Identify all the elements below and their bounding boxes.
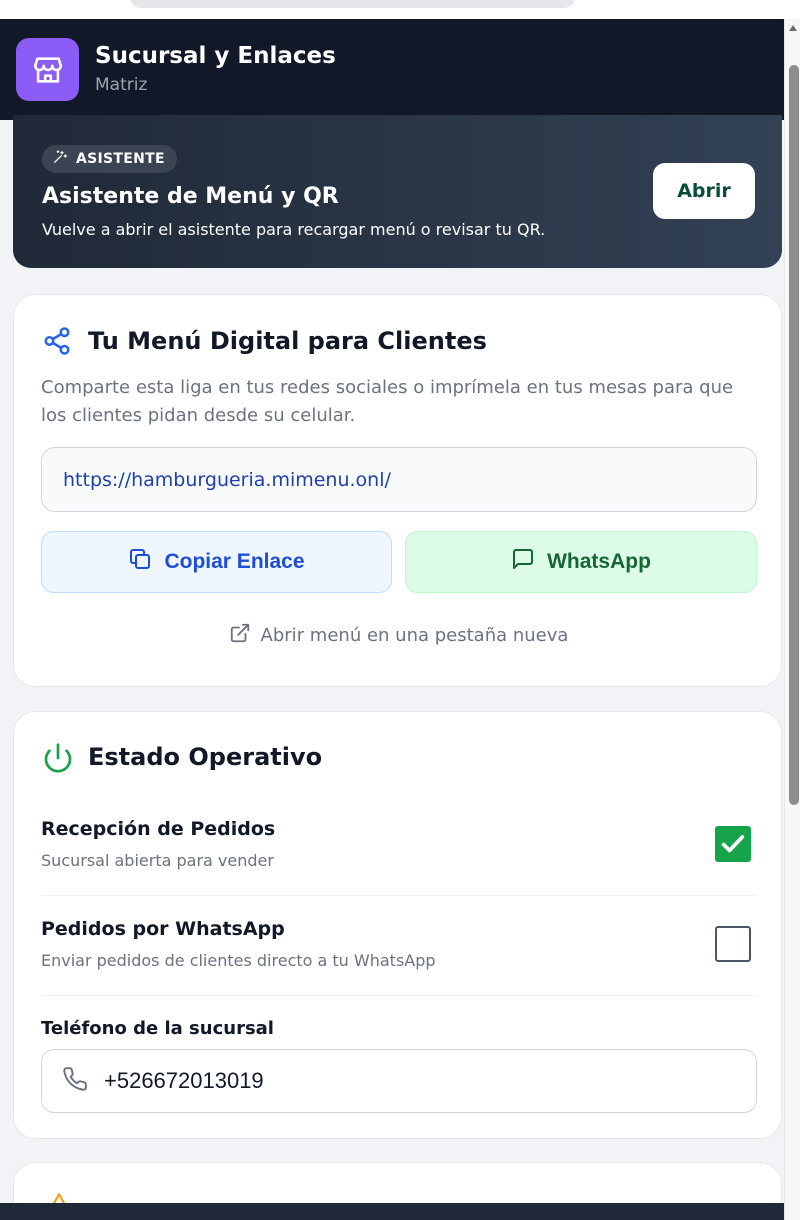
open-menu-new-tab-link[interactable]: Abrir menú en una pestaña nueva [14, 622, 783, 649]
operational-status-card: Estado Operativo Recepción de Pedidos Su… [13, 711, 782, 1139]
scrollbar[interactable] [784, 19, 800, 1220]
branch-phone-input[interactable] [104, 1068, 704, 1094]
copy-link-label: Copiar Enlace [164, 550, 305, 573]
store-icon [16, 38, 79, 101]
bottom-bar [0, 1203, 800, 1220]
toggle-row-order-reception: Recepción de Pedidos Sucursal abierta pa… [41, 797, 757, 896]
browser-top-strip [0, 0, 800, 19]
scroll-up-arrow-icon[interactable] [789, 25, 797, 31]
whatsapp-orders-checkbox[interactable] [715, 926, 751, 962]
whatsapp-share-label: WhatsApp [547, 550, 651, 573]
branch-phone-field[interactable] [41, 1049, 757, 1113]
copy-link-button[interactable]: Copiar Enlace [41, 531, 392, 593]
open-menu-new-tab-label: Abrir menú en una pestaña nueva [260, 625, 569, 646]
digital-menu-description: Comparte esta liga en tus redes sociales… [41, 377, 734, 426]
copy-icon [128, 547, 152, 577]
order-reception-label: Recepción de Pedidos [41, 818, 276, 840]
scrollbar-thumb[interactable] [789, 65, 799, 805]
operational-status-title: Estado Operativo [88, 743, 323, 771]
open-assistant-button[interactable]: Abrir [653, 163, 755, 219]
magic-wand-icon [52, 149, 68, 169]
branch-phone-label: Teléfono de la sucursal [41, 1018, 274, 1039]
page-title: Sucursal y Enlaces [95, 43, 336, 69]
digital-menu-card: Tu Menú Digital para Clientes Comparte e… [13, 294, 782, 687]
assistant-badge-label: ASISTENTE [76, 151, 165, 167]
whatsapp-orders-label: Pedidos por WhatsApp [41, 918, 285, 940]
order-reception-checkbox[interactable] [715, 826, 751, 862]
app-header: Sucursal y Enlaces Matriz [0, 19, 784, 120]
phone-icon [62, 1066, 88, 1096]
assistant-badge: ASISTENTE [42, 145, 177, 173]
external-link-icon [229, 622, 251, 649]
toggle-row-whatsapp-orders: Pedidos por WhatsApp Enviar pedidos de c… [41, 897, 757, 996]
share-icon [42, 326, 72, 360]
address-bar[interactable] [130, 0, 575, 8]
assistant-title: Asistente de Menú y QR [42, 184, 339, 209]
power-icon [42, 742, 74, 778]
checkmark-icon [721, 835, 745, 853]
assistant-description: Vuelve a abrir el asistente para recarga… [42, 220, 546, 239]
chat-bubble-icon [511, 547, 535, 577]
order-reception-sublabel: Sucursal abierta para vender [41, 851, 274, 870]
digital-menu-title: Tu Menú Digital para Clientes [88, 327, 487, 355]
assistant-banner: ASISTENTE Asistente de Menú y QR Vuelve … [13, 115, 782, 268]
whatsapp-share-button[interactable]: WhatsApp [405, 531, 757, 593]
menu-url-field[interactable]: https://hamburgueria.mimenu.onl/ [41, 447, 757, 512]
whatsapp-orders-sublabel: Enviar pedidos de clientes directo a tu … [41, 951, 436, 970]
branch-name: Matriz [95, 75, 148, 95]
